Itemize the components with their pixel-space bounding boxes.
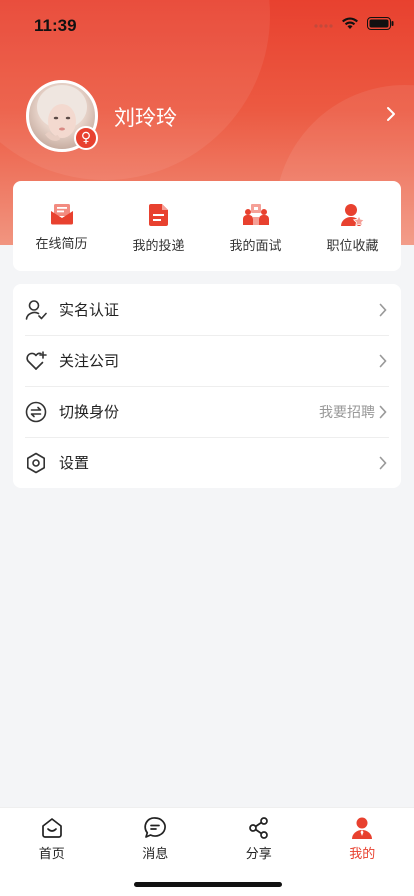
home-indicator [134,882,282,887]
menu-item-label: 实名认证 [59,301,120,319]
gender-female-badge: ♀ [74,126,98,150]
settings-menu-card: 实名认证 关注公司 切换身份 我要招聘 设置 [13,284,401,488]
share-icon [248,817,268,839]
quick-action-applications[interactable]: 我的投递 [110,181,207,271]
quick-action-interviews[interactable]: 我的面试 [207,181,304,271]
profile-row[interactable]: ♀ 刘玲玲 [0,78,414,154]
tab-label: 我的 [349,847,376,862]
menu-item-followed-companies[interactable]: 关注公司 [13,335,401,386]
quick-action-favorites[interactable]: 职位收藏 [304,181,401,271]
heart-plus-icon [26,350,47,370]
tab-label: 分享 [245,847,272,862]
home-icon [41,818,62,838]
chevron-right-icon [379,405,387,418]
favorite-user-icon [340,204,365,227]
chevron-right-icon [379,456,387,469]
menu-item-switch-role[interactable]: 切换身份 我要招聘 [13,386,401,437]
chevron-right-icon[interactable] [386,106,396,122]
tab-label: 消息 [142,847,169,862]
profile-icon [352,817,373,839]
interview-icon [242,204,269,225]
user-verify-icon [25,299,47,320]
menu-item-label: 切换身份 [59,403,120,421]
resume-icon [50,204,73,225]
quick-action-label: 在线简历 [35,237,88,252]
menu-item-label: 关注公司 [59,352,120,370]
profile-name: 刘玲玲 [114,106,177,130]
message-icon [144,817,167,838]
menu-item-settings[interactable]: 设置 [13,437,401,488]
quick-action-label: 我的面试 [229,239,282,254]
status-icons [313,17,394,30]
tab-profile[interactable]: 我的 [311,808,414,896]
status-bar: 11:39 [0,0,414,50]
document-icon [148,204,168,226]
quick-action-label: 职位收藏 [326,239,379,254]
quick-action-resume[interactable]: 在线简历 [13,181,110,271]
status-time: 11:39 [34,16,77,35]
tab-label: 首页 [38,847,65,862]
chevron-right-icon [379,354,387,367]
settings-icon [27,452,45,473]
quick-actions-card: 在线简历 我的投递 我的面试 职位收藏 [13,181,401,271]
menu-item-real-name-verification[interactable]: 实名认证 [13,284,401,335]
switch-icon [25,401,47,422]
menu-item-label: 设置 [59,454,90,472]
chevron-right-icon [379,303,387,316]
menu-item-value: 我要招聘 [319,404,375,421]
cellular-signal-icon [314,23,333,28]
tab-home[interactable]: 首页 [0,808,104,896]
wifi-icon [342,17,358,29]
battery-icon [367,17,394,30]
quick-action-label: 我的投递 [132,239,185,254]
